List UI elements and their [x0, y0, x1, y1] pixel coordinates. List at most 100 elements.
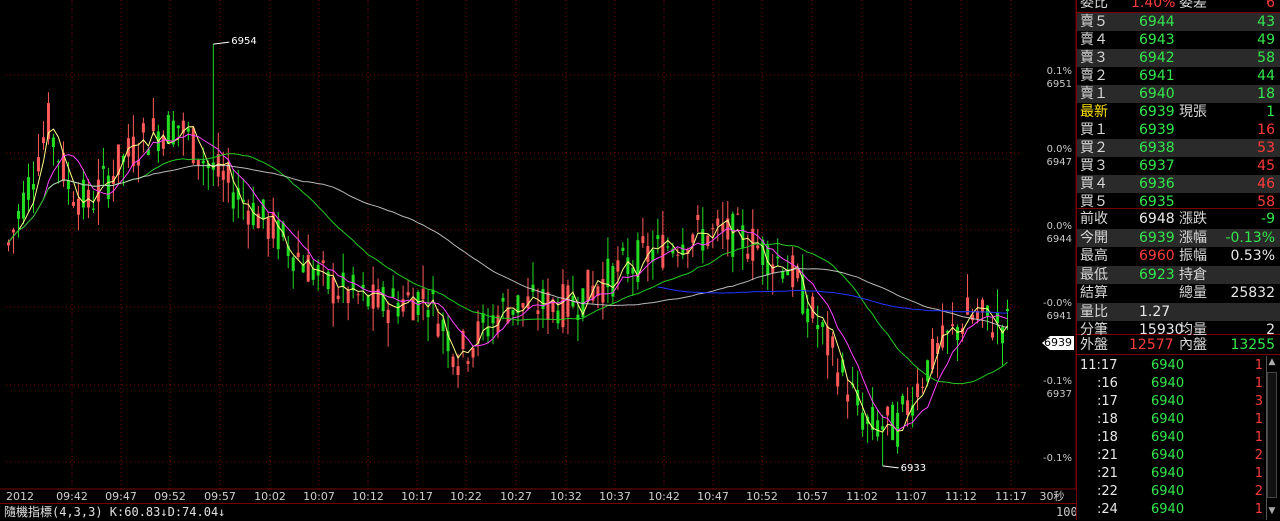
candle-body [341, 272, 345, 286]
x-tick-label: 10:47 [697, 490, 729, 503]
ask-volume: 58 [1257, 50, 1275, 66]
candle-body [426, 309, 430, 318]
price-chart[interactable]: 0.1% 6951 0.0% 6947 0.0% 6944 -0.0% 6941 -0.1% 69… [0, 0, 1078, 521]
tick-price: 6940 [1151, 376, 1185, 391]
stat-label: 量比 [1080, 303, 1108, 320]
stat-label-2: 總量 [1179, 285, 1207, 301]
candle-body [511, 309, 515, 315]
bid-row: 買１ 6939 16 [1077, 121, 1280, 139]
bid-price: 6937 [1139, 158, 1175, 174]
candle-body [926, 360, 930, 382]
candle-body [71, 201, 75, 206]
candle-body [861, 412, 865, 430]
stat-label: 今開 [1080, 229, 1108, 246]
order-ratio-value: 1.40% [1131, 0, 1176, 11]
tick-time: :17 [1097, 394, 1118, 409]
order-ratio-label: 委比 [1080, 0, 1108, 11]
y-price-label: 6937 [1047, 389, 1072, 400]
x-tick-label: 09:57 [204, 490, 236, 503]
y-price-label: 6951 [1047, 79, 1072, 90]
candle-body [6, 242, 10, 246]
candle-body [586, 269, 590, 301]
candle-body [906, 400, 910, 415]
bid-volume: 16 [1257, 122, 1275, 138]
candle-body [246, 210, 250, 225]
inner-value: 13255 [1230, 337, 1275, 353]
candle-body [696, 214, 700, 220]
candle-body [371, 284, 375, 309]
bid-price: 6939 [1139, 122, 1175, 138]
candle-body [951, 324, 955, 327]
chart-canvas[interactable]: 0.1% 6951 0.0% 6947 0.0% 6944 -0.0% 6941 -0.1% 69… [0, 0, 1076, 520]
y-price-label: 6944 [1047, 234, 1072, 245]
tick-row: :24 6940 1 [1077, 501, 1267, 519]
x-tick-label: 10:32 [550, 490, 582, 503]
stat-label: 結算 [1080, 285, 1108, 301]
candle-body [721, 223, 725, 232]
tick-time: :22 [1097, 484, 1118, 499]
scroll-up-arrow-icon[interactable]: ▲ [1267, 357, 1277, 367]
bid-label: 買５ [1080, 194, 1108, 210]
tick-volume: 1 [1254, 502, 1263, 517]
candle-body [26, 177, 30, 200]
candle-body [436, 323, 440, 337]
bid-label: 買２ [1080, 140, 1108, 156]
candle-body [676, 254, 680, 256]
candle-body [141, 123, 145, 133]
scroll-thumb[interactable] [1267, 372, 1277, 498]
y-pct-label: -0.1% [1043, 453, 1072, 464]
tick-price: 6940 [1151, 358, 1185, 373]
candle-body [576, 314, 580, 321]
candle-body [296, 252, 300, 257]
x-tick-label: 10:22 [450, 490, 482, 503]
y-pct-label: 0.1% [1047, 66, 1072, 77]
ask-price: 6944 [1139, 14, 1175, 30]
x-tick-label: 11:07 [895, 490, 927, 503]
candle-body [981, 299, 985, 313]
stat-row: 最高 6960 振幅 0.53% [1077, 247, 1280, 265]
stat-value: 6948 [1139, 211, 1175, 227]
candle-body [416, 291, 420, 315]
tick-time: :21 [1097, 448, 1118, 463]
candle-body [196, 159, 200, 166]
ask-label: 賣３ [1080, 50, 1108, 66]
candle-body [821, 322, 825, 327]
indicator-text: 隨機指標(4,3,3) K:60.83↓D:74.04↓ [4, 505, 226, 519]
x-tick-label: 11:02 [846, 490, 878, 503]
candle-body [916, 383, 920, 398]
tick-row: :21 6940 2 [1077, 447, 1267, 465]
tick-price: 6940 [1151, 484, 1185, 499]
ask-row: 賣５ 6944 43 [1077, 13, 1280, 31]
candle-body [66, 180, 70, 190]
candle-body [716, 218, 720, 226]
ma-long-line [8, 153, 1008, 385]
x-tick-label: 10:07 [303, 490, 335, 503]
indicator-bar[interactable]: 隨機指標(4,3,3) K:60.83↓D:74.04↓ 100 [0, 503, 1078, 521]
ask-volume: 43 [1257, 14, 1275, 30]
stat-row: 結算 總量 25832 [1077, 284, 1280, 302]
tick-time: 11:17 [1080, 358, 1118, 373]
candle-body [811, 296, 815, 319]
ask-price: 6943 [1139, 32, 1175, 48]
candle-body [621, 247, 625, 252]
candle-body [886, 406, 890, 416]
tick-row: :21 6940 1 [1077, 465, 1267, 483]
tick-price: 6940 [1151, 502, 1185, 517]
stat-value: 6923 [1139, 266, 1175, 283]
stat-value: 6939 [1139, 229, 1175, 246]
candle-body [11, 229, 15, 233]
candle-body [876, 420, 880, 437]
tick-volume: 3 [1254, 394, 1263, 409]
scroll-down-arrow-icon[interactable]: ▼ [1267, 506, 1277, 516]
tick-row: 11:17 6940 1 [1077, 357, 1267, 375]
last-label: 最新 [1080, 104, 1108, 120]
tick-time: :18 [1097, 412, 1118, 427]
y-pct-label: 0.0% [1047, 144, 1072, 155]
candle-body [746, 253, 750, 259]
candle-body [176, 125, 180, 129]
high-annotation: 6954 [231, 36, 256, 47]
candle-body [486, 326, 490, 337]
tick-row: :22 6940 2 [1077, 483, 1267, 501]
x-tick-label: 10:57 [796, 490, 828, 503]
bid-volume: 45 [1257, 158, 1275, 174]
